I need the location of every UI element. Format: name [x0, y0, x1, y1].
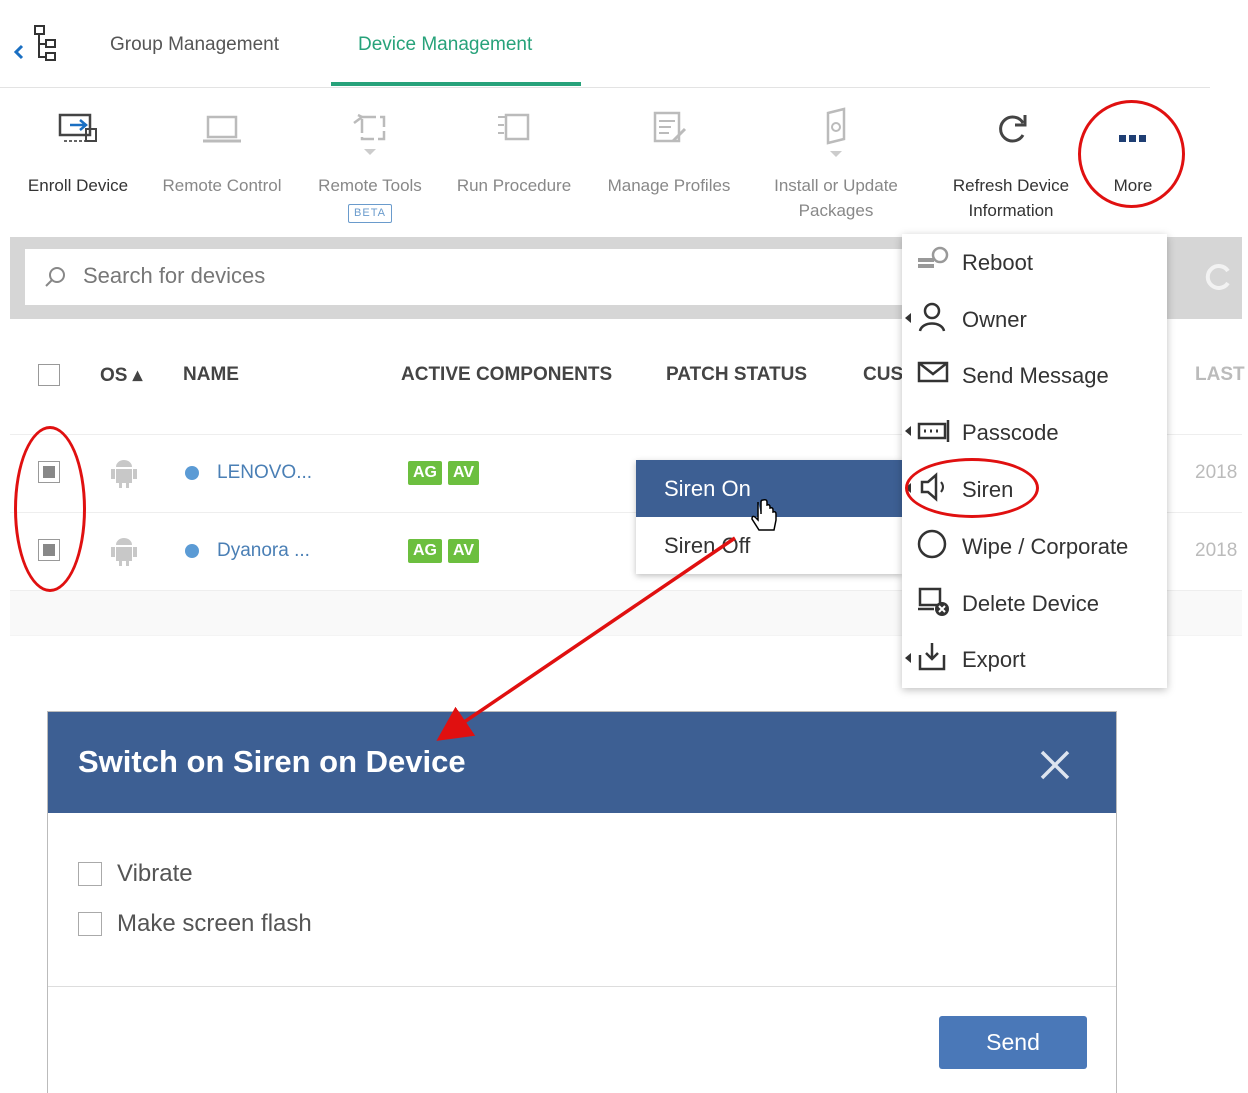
annotation-more-circle: [1078, 100, 1185, 208]
device-name-link[interactable]: LENOVO...: [217, 462, 312, 484]
status-dot: [185, 544, 199, 558]
close-icon[interactable]: [1038, 748, 1072, 782]
remote-control-button[interactable]: Remote Control: [156, 103, 288, 198]
siren-submenu: Siren On Siren Off: [636, 460, 902, 574]
refresh-label-2: Information: [968, 201, 1054, 220]
menu-item-send-message[interactable]: Send Message: [902, 347, 1167, 403]
manage-profiles-button[interactable]: Manage Profiles: [598, 103, 740, 198]
siren-dialog: Switch on Siren on Device Vibrate Make s…: [47, 711, 1117, 1093]
active-tab-indicator: [331, 82, 581, 86]
menu-label: Reboot: [962, 250, 1033, 275]
remote-tools-icon: [353, 113, 386, 155]
refresh-faded-icon: [1205, 264, 1230, 290]
device-name-link[interactable]: Dyanora ...: [217, 540, 310, 562]
search-box[interactable]: [25, 249, 905, 305]
menu-item-owner[interactable]: Owner: [902, 291, 1167, 347]
menu-label: Owner: [962, 307, 1027, 332]
back-tree-icon[interactable]: [12, 24, 66, 68]
search-icon: [45, 267, 65, 287]
menu-item-export[interactable]: Export: [902, 631, 1167, 687]
remote-tools-button[interactable]: Remote Tools BETA: [308, 103, 432, 223]
refresh-device-information-button[interactable]: Refresh Device Information: [940, 103, 1082, 223]
submenu-caret-icon: [905, 313, 911, 323]
refresh-label-1: Refresh Device: [952, 176, 1070, 195]
menu-item-delete-device[interactable]: Delete Device: [902, 575, 1167, 631]
annotation-checkbox-circle: [14, 426, 86, 592]
av-badge: AV: [448, 461, 480, 485]
last-seen-value: 2018: [1195, 540, 1238, 561]
run-procedure-label: Run Procedure: [456, 176, 572, 195]
enroll-device-button[interactable]: Enroll Device: [22, 103, 134, 198]
install-update-label-1: Install or Update: [774, 176, 898, 195]
column-os[interactable]: OS ▴: [100, 364, 142, 387]
column-patch-status[interactable]: PATCH STATUS: [666, 364, 807, 386]
envelope-icon: [917, 361, 949, 383]
package-icon: [826, 107, 846, 157]
android-icon: [111, 460, 137, 488]
android-icon: [111, 538, 137, 566]
ag-badge: AG: [408, 461, 442, 485]
remote-control-label: Remote Control: [162, 176, 282, 195]
annotation-siren-circle: [905, 458, 1039, 518]
run-procedure-button[interactable]: Run Procedure: [450, 103, 578, 198]
vibrate-label: Vibrate: [117, 860, 193, 887]
column-last[interactable]: LAST: [1195, 364, 1245, 386]
device-toolbar: Enroll Device Remote Control Remote Tool…: [0, 89, 1210, 237]
siren-on-item[interactable]: Siren On: [636, 460, 902, 517]
run-procedure-icon: [498, 113, 530, 141]
passcode-icon: [917, 420, 950, 442]
top-tab-bar: Group Management Device Management: [0, 0, 1210, 88]
last-seen-value: 2018: [1195, 462, 1238, 483]
submenu-caret-icon: [905, 653, 911, 663]
screen-flash-label: Make screen flash: [117, 910, 312, 937]
manage-profiles-label: Manage Profiles: [607, 176, 731, 195]
menu-item-reboot[interactable]: Reboot: [902, 234, 1167, 290]
tab-device-management[interactable]: Device Management: [358, 34, 532, 56]
menu-label: Wipe / Corporate: [962, 534, 1129, 559]
screen-flash-checkbox[interactable]: [78, 912, 102, 936]
enroll-device-icon: [58, 113, 97, 142]
select-all-checkbox[interactable]: [38, 364, 60, 386]
vibrate-checkbox[interactable]: [78, 862, 102, 886]
menu-label: Delete Device: [962, 591, 1099, 616]
delete-device-icon: [918, 587, 949, 616]
dialog-title: Switch on Siren on Device: [78, 744, 466, 779]
status-dot: [185, 466, 199, 480]
search-input[interactable]: [83, 263, 883, 289]
beta-badge: BETA: [348, 204, 392, 223]
menu-label: Passcode: [962, 420, 1059, 445]
dialog-header: Switch on Siren on Device: [48, 712, 1116, 813]
install-update-label-2: Packages: [798, 201, 874, 220]
ag-badge: AG: [408, 539, 442, 563]
remote-tools-label: Remote Tools: [318, 176, 422, 195]
column-name[interactable]: NAME: [183, 364, 239, 386]
laptop-icon: [203, 115, 241, 143]
menu-label: Send Message: [962, 363, 1109, 388]
install-update-packages-button[interactable]: Install or Update Packages: [762, 103, 910, 223]
siren-off-item[interactable]: Siren Off: [636, 517, 902, 574]
manage-profiles-icon: [653, 111, 687, 143]
send-button[interactable]: Send: [939, 1016, 1087, 1069]
tab-group-management[interactable]: Group Management: [110, 34, 279, 56]
menu-item-wipe-corporate[interactable]: Wipe / Corporate: [902, 518, 1167, 574]
column-active-components[interactable]: ACTIVE COMPONENTS: [401, 364, 612, 386]
column-custom[interactable]: CUS: [863, 364, 903, 386]
reboot-icon: [918, 246, 949, 268]
export-icon: [918, 643, 946, 671]
menu-label: Export: [962, 647, 1026, 672]
dialog-divider: [48, 986, 1116, 987]
circle-icon: [917, 529, 947, 559]
owner-icon: [918, 302, 946, 332]
av-badge: AV: [448, 539, 480, 563]
enroll-device-label: Enroll Device: [27, 176, 129, 195]
submenu-caret-icon: [905, 426, 911, 436]
refresh-icon: [999, 115, 1027, 143]
menu-item-passcode[interactable]: Passcode: [902, 404, 1167, 460]
